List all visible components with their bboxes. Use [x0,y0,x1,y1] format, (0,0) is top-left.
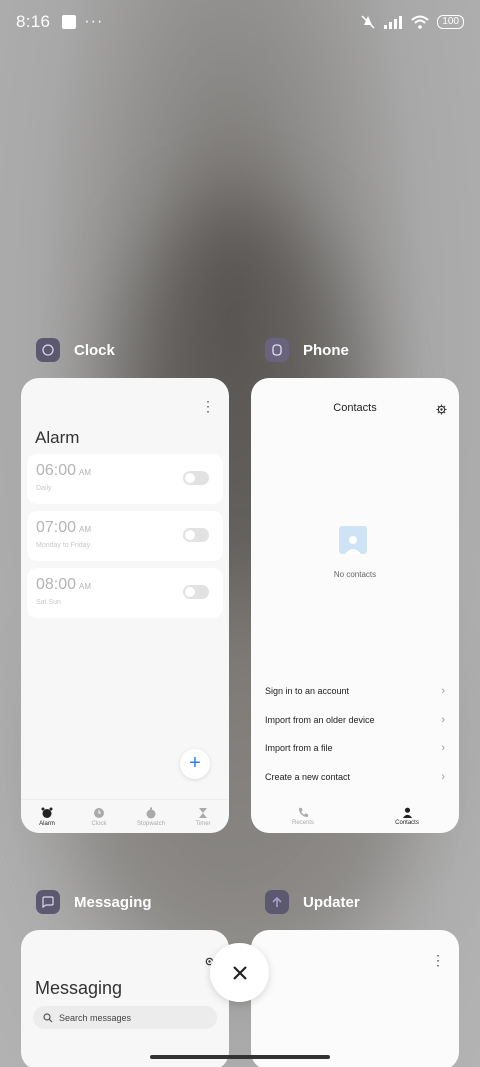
app-label-text: Phone [303,341,349,359]
chevron-right-icon: › [441,742,445,754]
tab-contacts[interactable]: Contacts [355,799,459,833]
alarm-time: 08:00 AM [36,576,92,593]
app-label-clock[interactable]: Clock [36,338,115,362]
app-label-text: Messaging [74,893,152,911]
chevron-right-icon: › [441,771,445,783]
app-label-updater[interactable]: Updater [265,890,360,914]
alarm-toggle[interactable] [183,585,209,599]
phone-app-card[interactable]: Contacts No contacts Sign in to an accou… [251,378,459,833]
search-icon [43,1012,53,1022]
status-time: 8:16 [16,12,51,31]
gear-icon[interactable] [436,402,447,420]
import-file-row[interactable]: Import from a file › [265,738,445,758]
chevron-right-icon: › [441,714,445,726]
tab-stopwatch[interactable]: Stopwatch [125,800,177,833]
sign-in-account-row[interactable]: Sign in to an account › [265,681,445,701]
chevron-right-icon: › [441,685,445,697]
add-alarm-button[interactable]: + [180,749,210,779]
phone-icon [297,806,309,818]
wifi-icon [411,15,429,29]
tab-timer[interactable]: Timer [177,800,229,833]
empty-contact-icon [339,526,367,554]
clock-tab-bar: Alarm Clock Stopwatch Timer [21,799,229,833]
updater-app-card[interactable]: ⋮ [251,930,459,1067]
notification-icon [62,15,77,29]
alarm-toggle[interactable] [183,471,209,485]
alarm-item[interactable]: 07:00 AM Monday to Friday [27,511,223,561]
messaging-title: Messaging [35,978,123,998]
app-label-text: Updater [303,893,360,911]
alarm-time: 07:00 AM [36,519,92,536]
alarm-repeat: Monday to Friday [36,542,91,549]
signal-icon [384,16,403,29]
alarm-time: 06:00 AM [36,462,92,479]
messaging-app-card[interactable]: Messaging Search messages [21,930,229,1067]
more-options-icon[interactable]: ⋮ [201,398,215,415]
phone-tab-bar: Recents Contacts [251,799,459,833]
phone-app-icon [265,338,289,362]
alarm-item[interactable]: 08:00 AM Sat Sun [27,568,223,618]
app-label-messaging[interactable]: Messaging [36,890,152,914]
hourglass-icon [197,807,209,819]
more-options-icon[interactable]: ⋮ [431,952,445,969]
search-messages-input[interactable]: Search messages [33,1006,217,1029]
status-bar: 8:16 ··· 100 [0,0,480,44]
silent-icon [361,15,375,29]
alarm-repeat: Daily [36,485,52,492]
alarm-icon [41,807,53,819]
clock-app-icon [36,338,60,362]
contacts-title: Contacts [333,402,377,414]
tab-recents[interactable]: Recents [251,799,355,833]
clear-all-button[interactable] [210,943,269,1002]
clock-icon [93,807,105,819]
alarm-item[interactable]: 06:00 AM Daily [27,454,223,504]
alarm-title: Alarm [35,428,80,447]
create-contact-row[interactable]: Create a new contact › [265,767,445,787]
empty-state-text: No contacts [333,570,377,579]
alarm-toggle[interactable] [183,528,209,542]
search-placeholder: Search messages [59,1012,132,1023]
messaging-app-icon [36,890,60,914]
clock-app-card[interactable]: ⋮ Alarm 06:00 AM Daily 07:00 AM Monday to … [21,378,229,833]
updater-app-icon [265,890,289,914]
close-icon [232,965,247,980]
stopwatch-icon [145,807,157,819]
tab-alarm[interactable]: Alarm [21,800,73,833]
tab-clock[interactable]: Clock [73,800,125,833]
app-label-phone[interactable]: Phone [265,338,349,362]
person-icon [401,806,413,818]
home-indicator[interactable] [150,1055,330,1059]
import-older-device-row[interactable]: Import from an older device › [265,710,445,730]
app-label-text: Clock [74,341,115,359]
battery-indicator: 100 [437,15,464,29]
more-notifications-icon: ··· [84,13,104,30]
alarm-repeat: Sat Sun [36,599,61,606]
